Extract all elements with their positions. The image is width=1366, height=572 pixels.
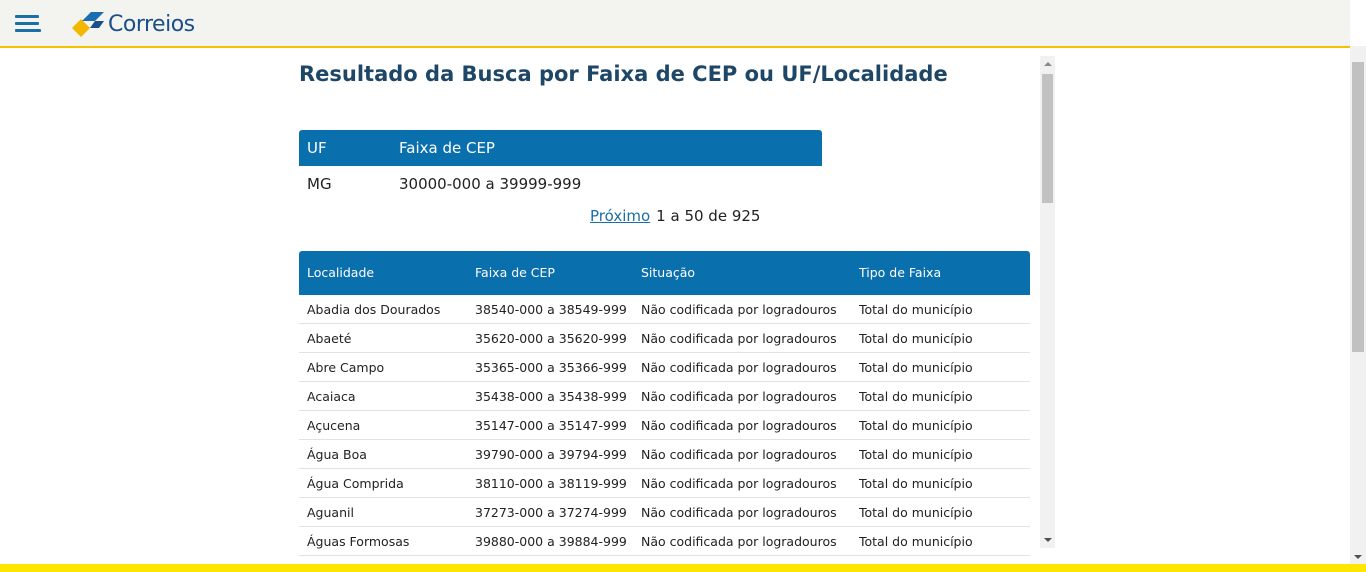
table-row: Água Boa 39790-000 a 39794-999 Não codif… — [299, 440, 1030, 469]
cell-localidade: Aguanil — [307, 505, 354, 520]
cell-tipo-faixa: Total do município — [859, 331, 973, 346]
header-faixa-cep: Faixa de CEP — [475, 265, 555, 280]
cell-faixa-cep: 35438-000 a 35438-999 — [475, 389, 627, 404]
cell-situacao: Não codificada por logradouros — [641, 418, 837, 433]
cell-tipo-faixa: Total do município — [859, 302, 973, 317]
scroll-up-arrow-icon[interactable] — [1044, 62, 1052, 66]
cell-localidade: Água Boa — [307, 447, 367, 462]
localidade-table: Localidade Faixa de CEP Situação Tipo de… — [299, 251, 1030, 556]
cell-localidade: Abaeté — [307, 331, 352, 346]
cell-localidade: Abadia dos Dourados — [307, 302, 441, 317]
localidade-table-header: Localidade Faixa de CEP Situação Tipo de… — [299, 251, 1030, 295]
cell-localidade: Águas Formosas — [307, 534, 410, 549]
cell-tipo-faixa: Total do município — [859, 360, 973, 375]
table-row: Aguanil 37273-000 a 37274-999 Não codifi… — [299, 498, 1030, 527]
table-row: Acaiaca 35438-000 a 35438-999 Não codifi… — [299, 382, 1030, 411]
cell-faixa-cep: 35365-000 a 35366-999 — [475, 360, 627, 375]
table-row: Águas Formosas 39880-000 a 39884-999 Não… — [299, 527, 1030, 556]
next-page-link[interactable]: Próximo — [590, 207, 650, 225]
cell-situacao: Não codificada por logradouros — [641, 389, 837, 404]
uf-table: UF Faixa de CEP MG 30000-000 a 39999-999 — [299, 130, 822, 200]
uf-header-uf: UF — [307, 139, 327, 157]
cell-situacao: Não codificada por logradouros — [641, 505, 837, 520]
cell-localidade: Acaiaca — [307, 389, 356, 404]
cell-situacao: Não codificada por logradouros — [641, 360, 837, 375]
header-tipo-faixa: Tipo de Faixa — [859, 265, 942, 280]
cell-situacao: Não codificada por logradouros — [641, 331, 837, 346]
results-scroll-thumb[interactable] — [1042, 74, 1053, 203]
cell-localidade: Açucena — [307, 418, 361, 433]
cell-tipo-faixa: Total do município — [859, 418, 973, 433]
logo-text: Correios — [108, 11, 195, 37]
result-panel: Resultado da Busca por Faixa de CEP ou U… — [299, 48, 1041, 556]
cell-faixa-cep: 37273-000 a 37274-999 — [475, 505, 627, 520]
cell-faixa-cep: 38110-000 a 38119-999 — [475, 476, 627, 491]
cell-faixa-cep: 39790-000 a 39794-999 — [475, 447, 627, 462]
page-scrollbar[interactable] — [1350, 46, 1366, 564]
page-title: Resultado da Busca por Faixa de CEP ou U… — [299, 62, 948, 86]
cell-faixa-cep: 35620-000 a 35620-999 — [475, 331, 627, 346]
top-header: Correios — [0, 0, 1350, 48]
page-scroll-down-arrow-icon[interactable] — [1354, 555, 1362, 559]
table-row: Abaeté 35620-000 a 35620-999 Não codific… — [299, 324, 1030, 353]
cell-faixa-cep: 38540-000 a 38549-999 — [475, 302, 627, 317]
cell-situacao: Não codificada por logradouros — [641, 447, 837, 462]
correios-logo[interactable]: Correios — [70, 9, 195, 39]
hamburger-menu-icon[interactable] — [15, 15, 41, 33]
result-count: 1 a 50 de 925 — [656, 207, 761, 225]
cell-situacao: Não codificada por logradouros — [641, 476, 837, 491]
uf-table-row: MG 30000-000 a 39999-999 — [299, 166, 822, 200]
cell-localidade: Água Comprida — [307, 476, 404, 491]
table-row: Água Comprida 38110-000 a 38119-999 Não … — [299, 469, 1030, 498]
cell-tipo-faixa: Total do município — [859, 534, 973, 549]
header-localidade: Localidade — [307, 265, 375, 280]
cell-tipo-faixa: Total do município — [859, 505, 973, 520]
correios-logo-icon — [72, 12, 104, 37]
pagination: Próximo 1 a 50 de 925 — [590, 207, 760, 225]
uf-table-header: UF Faixa de CEP — [299, 130, 822, 166]
table-row: Abre Campo 35365-000 a 35366-999 Não cod… — [299, 353, 1030, 382]
footer-yellow-bar — [0, 564, 1366, 572]
results-scrollbar[interactable] — [1040, 56, 1055, 548]
cell-tipo-faixa: Total do município — [859, 389, 973, 404]
cell-tipo-faixa: Total do município — [859, 447, 973, 462]
header-situacao: Situação — [641, 265, 696, 280]
table-row: Açucena 35147-000 a 35147-999 Não codifi… — [299, 411, 1030, 440]
cell-situacao: Não codificada por logradouros — [641, 534, 837, 549]
scroll-down-arrow-icon[interactable] — [1044, 538, 1052, 542]
uf-value: MG — [307, 175, 332, 193]
uf-header-faixa: Faixa de CEP — [399, 139, 495, 157]
cell-localidade: Abre Campo — [307, 360, 385, 375]
cell-faixa-cep: 39880-000 a 39884-999 — [475, 534, 627, 549]
cell-tipo-faixa: Total do município — [859, 476, 973, 491]
faixa-value: 30000-000 a 39999-999 — [399, 175, 582, 193]
page-scroll-thumb[interactable] — [1352, 62, 1364, 352]
cell-situacao: Não codificada por logradouros — [641, 302, 837, 317]
table-row: Abadia dos Dourados 38540-000 a 38549-99… — [299, 295, 1030, 324]
cell-faixa-cep: 35147-000 a 35147-999 — [475, 418, 627, 433]
content-frame: Resultado da Busca por Faixa de CEP ou U… — [0, 48, 1350, 564]
